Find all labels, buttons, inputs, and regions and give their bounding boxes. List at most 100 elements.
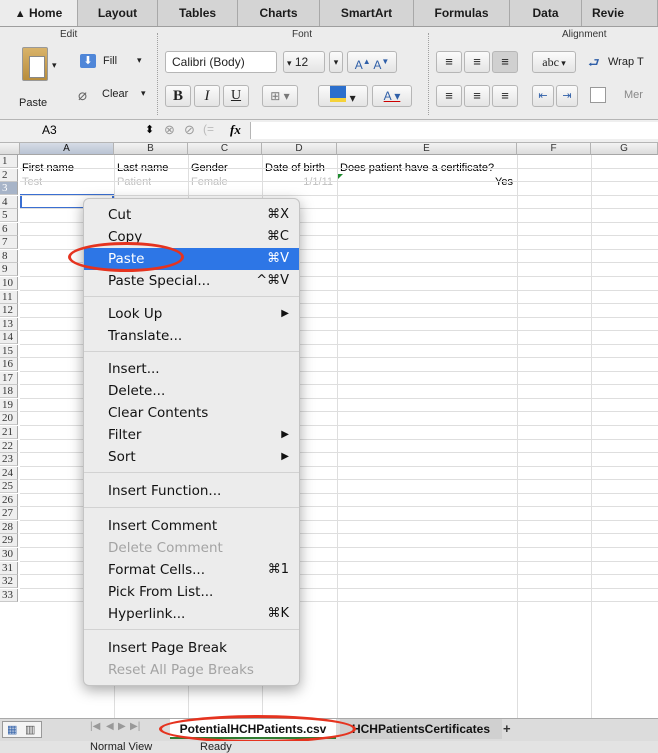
row-header[interactable]: 1 xyxy=(0,155,18,168)
row-header[interactable]: 23 xyxy=(0,453,18,467)
paste-button-label[interactable]: Paste xyxy=(19,97,47,109)
row-header[interactable]: 32 xyxy=(0,575,18,589)
bold-button[interactable]: B xyxy=(165,85,191,107)
menu-item-insert-page-break[interactable]: Insert Page Break xyxy=(84,637,299,659)
row-header[interactable]: 13 xyxy=(0,317,18,331)
clear-button[interactable]: Clear xyxy=(102,88,128,100)
align-right-icon[interactable]: ≡ xyxy=(492,85,518,107)
eraser-icon[interactable]: ⌀ xyxy=(78,86,87,104)
row-header[interactable]: 28 xyxy=(0,520,18,534)
row-header[interactable]: 16 xyxy=(0,358,18,372)
row-header[interactable]: 11 xyxy=(0,290,18,304)
row-header[interactable]: 12 xyxy=(0,304,18,318)
select-all-corner[interactable] xyxy=(0,143,20,155)
menu-item-translate[interactable]: Translate... xyxy=(84,325,299,347)
paste-clipboard-icon[interactable] xyxy=(22,47,48,81)
font-grow-shrink-buttons[interactable]: A▲ A▼ xyxy=(347,51,397,73)
clear-dropdown-icon[interactable]: ▾ xyxy=(141,88,146,99)
font-size-dropdown-icon[interactable]: ▾ xyxy=(329,51,343,73)
menu-item-clear-contents[interactable]: Clear Contents xyxy=(84,402,299,424)
tab-data[interactable]: Data xyxy=(510,0,582,26)
function-icon[interactable]: fx xyxy=(230,122,241,138)
menu-item-sort[interactable]: Sort ▶ xyxy=(84,446,299,468)
tab-review[interactable]: Revie xyxy=(582,0,658,26)
column-header-c[interactable]: C xyxy=(188,143,262,155)
font-size-select[interactable]: ▾ 12 xyxy=(283,51,325,73)
column-header-d[interactable]: D xyxy=(262,143,337,155)
tab-smartart[interactable]: SmartArt xyxy=(320,0,414,26)
row-header[interactable]: 25 xyxy=(0,480,18,494)
menu-item-pick-from-list[interactable]: Pick From List... xyxy=(84,581,299,603)
menu-item-insert-function[interactable]: Insert Function... xyxy=(84,480,299,502)
column-header-f[interactable]: F xyxy=(517,143,591,155)
sheet-nav-first-icon[interactable]: |◀ xyxy=(90,721,100,732)
sheet-nav-last-icon[interactable]: ▶| xyxy=(130,721,140,732)
menu-item-cut[interactable]: Cut ⌘X xyxy=(84,204,299,226)
row-header[interactable]: 5 xyxy=(0,209,18,223)
text-orientation-button[interactable]: abc ▾ xyxy=(532,51,576,73)
sheet-tab-patients-certificates[interactable]: HCHPatientsCertificates xyxy=(340,719,502,739)
column-header-b[interactable]: B xyxy=(114,143,188,155)
row-header[interactable]: 6 xyxy=(0,222,18,236)
fill-color-button[interactable]: ▾ xyxy=(318,85,368,107)
menu-item-delete[interactable]: Delete... xyxy=(84,380,299,402)
fill-icon[interactable]: ⬇ xyxy=(80,54,96,68)
row-header[interactable]: 7 xyxy=(0,236,18,250)
sheet-nav-next-icon[interactable]: ▶ xyxy=(118,721,126,732)
align-top-icon[interactable]: ≡ xyxy=(436,51,462,73)
menu-item-look-up[interactable]: Look Up ▶ xyxy=(84,303,299,325)
row-header[interactable]: 29 xyxy=(0,534,18,548)
wrap-text-icon[interactable]: ⮐ xyxy=(588,54,600,76)
menu-item-hyperlink[interactable]: Hyperlink... ⌘K xyxy=(84,603,299,625)
row-header[interactable]: 30 xyxy=(0,547,18,561)
row-header[interactable]: 33 xyxy=(0,588,18,602)
tab-home[interactable]: ▲ Home xyxy=(0,0,78,26)
menu-item-filter[interactable]: Filter ▶ xyxy=(84,424,299,446)
row-header[interactable]: 9 xyxy=(0,263,18,277)
name-box-stepper-icon[interactable]: ⬍ xyxy=(145,123,154,136)
font-color-button[interactable]: A ▾ xyxy=(372,85,412,107)
align-center-icon[interactable]: ≡ xyxy=(464,85,490,107)
align-middle-icon[interactable]: ≡ xyxy=(464,51,490,73)
tab-charts[interactable]: Charts xyxy=(238,0,320,26)
row-header[interactable]: 14 xyxy=(0,331,18,345)
align-bottom-icon[interactable]: ≡ xyxy=(492,51,518,73)
borders-icon[interactable]: ⊞ ▾ xyxy=(262,85,298,107)
menu-item-insert[interactable]: Insert... xyxy=(84,358,299,380)
row-header[interactable]: 20 xyxy=(0,412,18,426)
tab-layout[interactable]: Layout xyxy=(78,0,158,26)
row-header[interactable]: 19 xyxy=(0,398,18,412)
italic-button[interactable]: I xyxy=(194,85,220,107)
column-header-g[interactable]: G xyxy=(591,143,658,155)
row-header[interactable]: 27 xyxy=(0,507,18,521)
sheet-nav-prev-icon[interactable]: ◀ xyxy=(106,721,114,732)
row-header[interactable]: 2 xyxy=(0,168,18,182)
menu-item-insert-comment[interactable]: Insert Comment xyxy=(84,515,299,537)
row-header[interactable]: 31 xyxy=(0,561,18,575)
underline-button[interactable]: U xyxy=(223,85,249,107)
column-header-e[interactable]: E xyxy=(337,143,517,155)
row-header[interactable]: 8 xyxy=(0,249,18,263)
align-left-icon[interactable]: ≡ xyxy=(436,85,462,107)
cancel-icon[interactable]: ⊗ xyxy=(164,122,175,138)
row-header[interactable]: 4 xyxy=(0,195,18,209)
row-header[interactable]: 3 xyxy=(0,182,18,196)
row-header[interactable]: 10 xyxy=(0,276,18,290)
wrap-text-button[interactable]: Wrap T xyxy=(608,56,644,68)
formula-equals-icon[interactable]: (= xyxy=(203,122,214,136)
page-layout-view-icon[interactable]: ▥ xyxy=(25,723,35,736)
increase-indent-icon[interactable]: ⇥ xyxy=(556,85,578,107)
normal-view-icon[interactable]: ▦ xyxy=(7,723,17,736)
merge-button[interactable]: Mer xyxy=(624,89,643,101)
tab-formulas[interactable]: Formulas xyxy=(414,0,510,26)
row-header[interactable]: 26 xyxy=(0,493,18,507)
row-header[interactable]: 21 xyxy=(0,426,18,439)
menu-item-format-cells[interactable]: Format Cells... ⌘1 xyxy=(84,559,299,581)
font-name-select[interactable]: Calibri (Body) xyxy=(165,51,277,73)
add-sheet-icon[interactable]: + xyxy=(503,721,517,736)
fill-button[interactable]: Fill xyxy=(103,55,117,67)
paste-dropdown-icon[interactable]: ▾ xyxy=(52,60,57,71)
row-header[interactable]: 22 xyxy=(0,439,18,453)
menu-item-paste-special[interactable]: Paste Special... ^⌘V xyxy=(84,270,299,292)
fill-dropdown-icon[interactable]: ▾ xyxy=(137,55,142,66)
